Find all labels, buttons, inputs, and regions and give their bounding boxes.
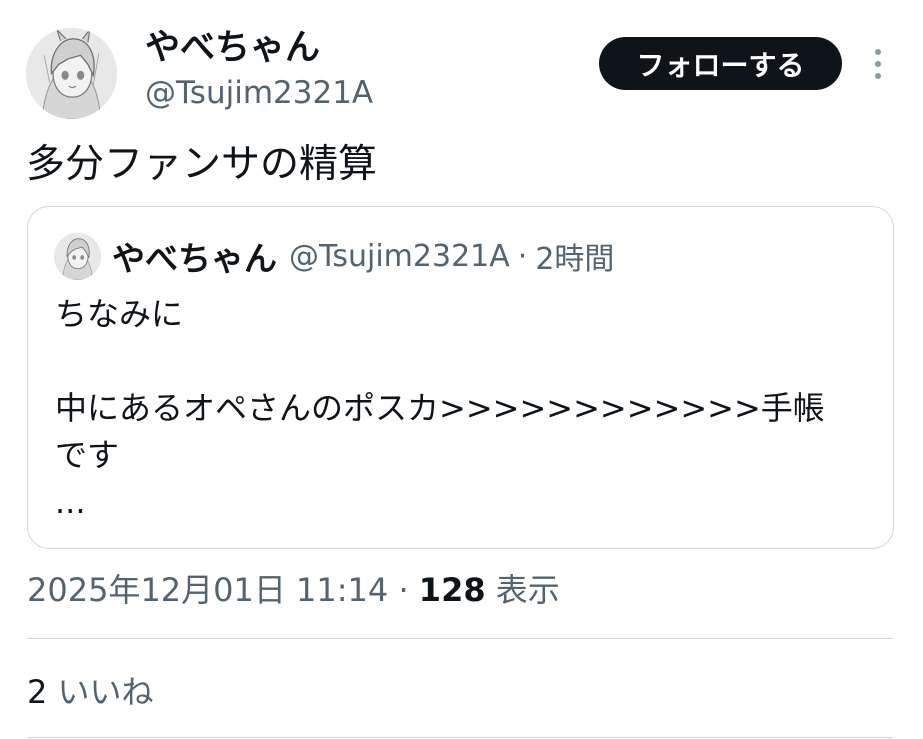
author-display-name[interactable]: やべちゃん — [145, 26, 320, 70]
divider — [27, 638, 894, 639]
avatar-image — [26, 28, 117, 119]
follow-button[interactable]: フォローする — [599, 37, 842, 90]
avatar-image — [54, 233, 101, 280]
more-dot — [875, 49, 881, 55]
likes-count: 2 — [27, 673, 48, 711]
views-label: 表示 — [495, 571, 560, 609]
quote-author-handle: @Tsujim2321A — [289, 238, 510, 274]
quote-separator: · — [517, 238, 528, 274]
tweet-text: 多分ファンサの精算 — [26, 142, 378, 187]
likes-label: いいね — [57, 673, 154, 711]
quote-line: 中にあるオペさんのポスカ>>>>>>>>>>>>手帳 — [55, 389, 825, 427]
quote-line — [55, 338, 825, 385]
meta-separator: · — [398, 571, 409, 609]
divider — [27, 737, 894, 738]
tweet: やべちゃん @Tsujim2321A フォローする 多分ファンサの精算 やべちゃ… — [0, 0, 923, 739]
quote-tweet-card[interactable]: やべちゃん @Tsujim2321A · 2時間 ちなみに 中にあるオペさんのポ… — [27, 206, 894, 549]
quote-line: ... — [55, 483, 86, 521]
tweet-timestamp[interactable]: 2025年12月01日 11:14 — [27, 571, 388, 609]
quote-line: ちなみに — [55, 295, 184, 333]
tweet-meta: 2025年12月01日 11:14 · 128 表示 — [27, 568, 560, 612]
views-count: 128 — [418, 571, 486, 609]
author-avatar[interactable] — [26, 28, 117, 119]
more-dot — [875, 61, 881, 67]
quote-timestamp: 2時間 — [535, 242, 615, 277]
quote-author-display-name: やべちゃん — [112, 239, 277, 278]
more-dot — [875, 73, 881, 79]
author-handle[interactable]: @Tsujim2321A — [145, 73, 373, 113]
quote-header: やべちゃん @Tsujim2321A · 2時間 — [112, 233, 614, 279]
quote-line: です — [55, 436, 120, 474]
quote-author-avatar — [54, 233, 101, 280]
more-vertical-icon[interactable] — [864, 44, 892, 84]
likes-link[interactable]: 2 いいね — [27, 670, 154, 714]
quote-body: ちなみに 中にあるオペさんのポスカ>>>>>>>>>>>>手帳 です ... — [55, 291, 825, 526]
